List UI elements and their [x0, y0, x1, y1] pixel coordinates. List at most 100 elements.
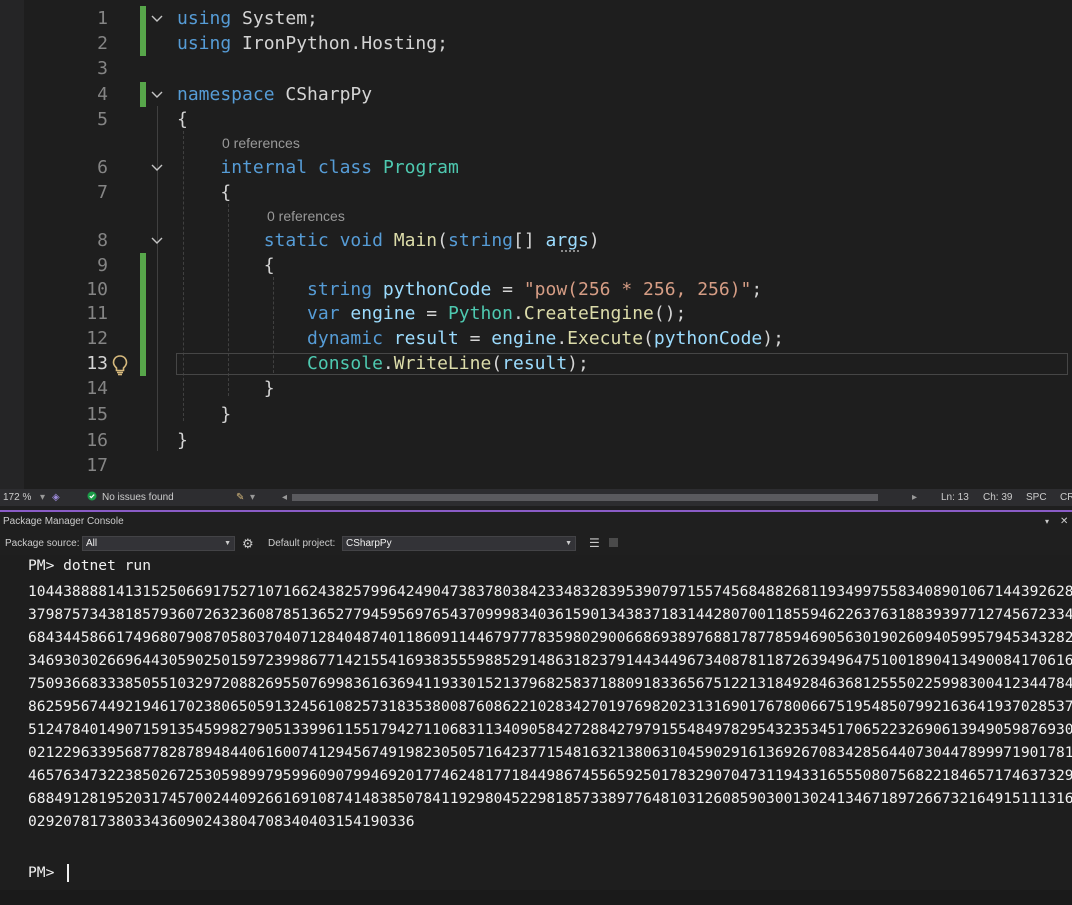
code-token: ( [437, 230, 448, 251]
code-token: Main [393, 230, 438, 251]
code-line[interactable]: 13 Console.WriteLine(result); [0, 351, 1072, 376]
code-token: { [177, 109, 188, 130]
code-token: CSharpPy [274, 84, 373, 105]
line-ending-status[interactable]: CR [1060, 489, 1072, 506]
lightbulb-icon[interactable] [111, 354, 129, 376]
code-line[interactable]: 10 string pythonCode = "pow(256 * 256, 2… [0, 277, 1072, 302]
code-text: { [177, 107, 188, 132]
console-output: 1044388881413152506691752710716624382579… [28, 583, 1072, 830]
code-text: } [177, 376, 275, 401]
code-line[interactable]: 6 internal class Program [0, 155, 1072, 180]
close-icon[interactable]: ✕ [1060, 512, 1068, 532]
line-number: 16 [86, 430, 108, 451]
check-circle-icon [87, 489, 97, 506]
code-text: var engine = Python.CreateEngine(); [177, 301, 686, 326]
code-text: using IronPython.Hosting; [177, 31, 448, 56]
line-number: 4 [97, 84, 108, 105]
scrollbar-thumb[interactable] [292, 494, 878, 501]
chevron-down-icon[interactable] [149, 86, 165, 102]
change-marker [140, 82, 146, 107]
code-token: . [556, 328, 568, 349]
code-line[interactable]: 15 } [0, 402, 1072, 427]
brush-dropdown-icon[interactable]: ▾ [250, 489, 255, 506]
code-text: } [177, 428, 188, 453]
line-number: 14 [86, 378, 108, 399]
code-token: } [177, 430, 188, 451]
code-line[interactable]: 12 dynamic result = engine.Execute(pytho… [0, 326, 1072, 351]
code-line[interactable]: 16} [0, 428, 1072, 453]
horizontal-scrollbar[interactable] [292, 494, 878, 501]
code-token: ); [567, 353, 589, 374]
chevron-down-icon[interactable] [149, 159, 165, 175]
chevron-down-icon: ▼ [224, 540, 231, 547]
code-token: void [339, 230, 383, 251]
clear-console-icon[interactable]: ☰ [589, 532, 600, 555]
code-text: string pythonCode = "pow(256 * 256, 256)… [177, 277, 762, 302]
code-line[interactable]: 3 [0, 56, 1072, 81]
line-number: 6 [97, 157, 108, 178]
code-line[interactable]: 14 } [0, 376, 1072, 401]
code-token: ( [491, 353, 503, 374]
code-line[interactable]: 17 [0, 453, 1072, 478]
code-line[interactable]: 2 using IronPython.Hosting; [0, 31, 1072, 56]
change-marker [140, 326, 146, 351]
chevron-down-icon[interactable] [149, 232, 165, 248]
scroll-right-icon[interactable]: ▸ [912, 489, 917, 506]
change-marker [140, 31, 146, 56]
code-token: WriteLine [393, 353, 492, 374]
code-line[interactable]: 1 using System; [0, 6, 1072, 31]
code-token: engine [350, 303, 416, 324]
code-token: dynamic [307, 328, 383, 349]
line-number: 7 [97, 182, 108, 203]
code-line[interactable]: 4 namespace CSharpPy [0, 82, 1072, 107]
brush-icon[interactable]: ✎ [236, 489, 244, 506]
code-token: Console [307, 353, 383, 374]
code-token: CreateEngine [523, 303, 654, 324]
code-line[interactable]: 5{ [0, 107, 1072, 132]
code-token: static [263, 230, 329, 251]
line-number: 2 [97, 33, 108, 54]
settings-gear-icon[interactable]: ⚙ [242, 532, 254, 555]
code-token: using [177, 8, 232, 29]
line-number: 5 [97, 109, 108, 130]
code-line[interactable]: 8 static void Main(string[] args) [0, 228, 1072, 253]
code-token: result [502, 353, 568, 374]
code-token: "pow(256 * 256, 256)" [523, 279, 752, 300]
code-line[interactable]: 11 var engine = Python.CreateEngine(); [0, 301, 1072, 326]
line-number: 10 [86, 279, 108, 300]
code-line[interactable]: 7 { [0, 180, 1072, 205]
package-source-select[interactable]: All ▼ [82, 536, 235, 551]
code-token: { [177, 182, 232, 203]
ai-icon[interactable]: ◈ [52, 489, 60, 506]
window-position-icon[interactable]: ▾ [1045, 512, 1049, 532]
stop-icon[interactable] [609, 532, 618, 555]
pmc-console[interactable]: PM> dotnet run 1044388881413152506691752… [0, 555, 1072, 890]
code-token: using [177, 33, 232, 54]
code-line[interactable]: 9 { [0, 253, 1072, 278]
code-token: = [491, 279, 524, 300]
codelens-references[interactable]: 0 references [222, 133, 300, 153]
chevron-down-icon[interactable] [149, 10, 165, 26]
codelens-references[interactable]: 0 references [267, 206, 345, 226]
default-project-select[interactable]: CSharpPy ▼ [342, 536, 576, 551]
code-token: IronPython.Hosting; [231, 33, 448, 54]
line-number-status[interactable]: Ln: 13 [941, 489, 969, 506]
zoom-dropdown-icon[interactable]: ▾ [40, 489, 45, 506]
zoom-level[interactable]: 172 % [3, 489, 31, 506]
scroll-left-icon[interactable]: ◂ [282, 489, 287, 506]
issues-status[interactable]: No issues found [102, 489, 174, 506]
text-cursor [67, 864, 69, 882]
code-editor[interactable]: 0 references 0 references 1 using System;… [0, 0, 1072, 489]
code-token: var [307, 303, 340, 324]
code-text: internal class Program [177, 155, 458, 180]
spacing-status[interactable]: SPC [1026, 489, 1047, 506]
column-status[interactable]: Ch: 39 [983, 489, 1012, 506]
code-token: result [393, 328, 459, 349]
